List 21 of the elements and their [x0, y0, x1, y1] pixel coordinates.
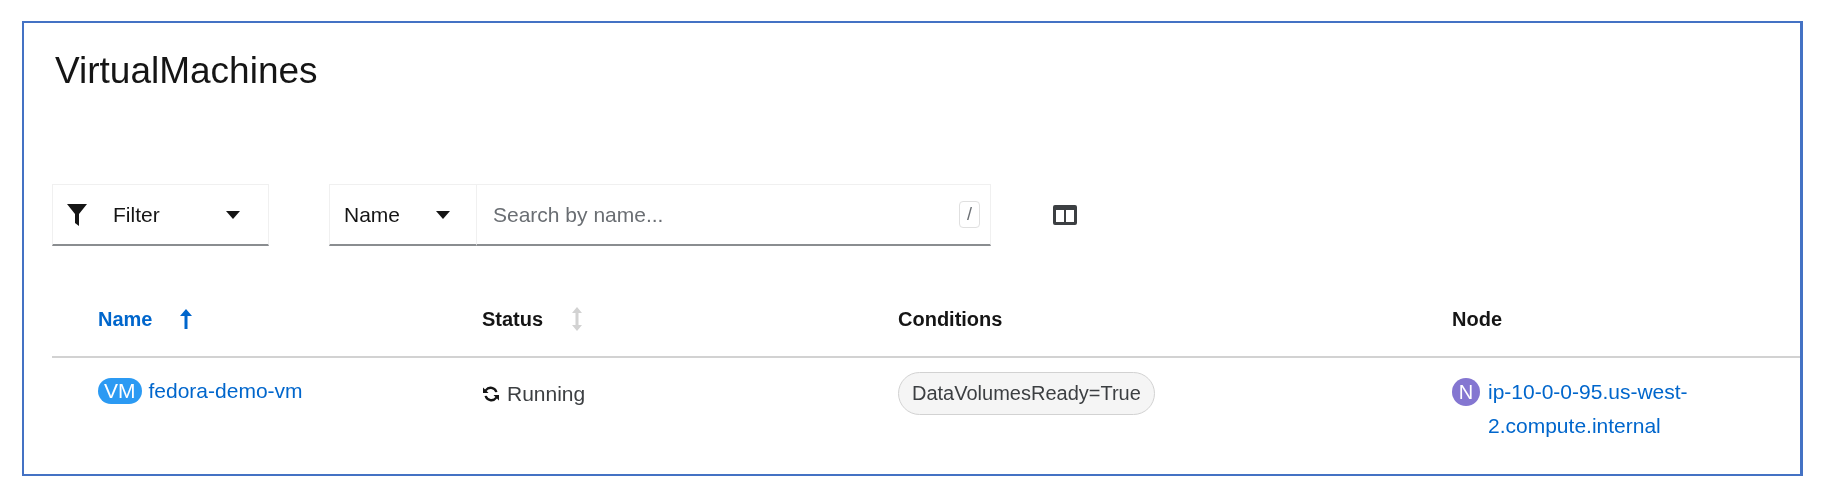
- column-header: Conditions: [898, 307, 1003, 331]
- shortcut-key: /: [959, 201, 980, 228]
- sync-icon: [482, 385, 500, 403]
- status-text: Running: [507, 382, 586, 406]
- search-field[interactable]: Search by name... /: [477, 184, 991, 246]
- filter-dropdown[interactable]: Filter: [52, 184, 269, 246]
- resource-badge: N: [1452, 378, 1480, 406]
- columns-icon[interactable]: [1053, 205, 1077, 225]
- condition-label: DataVolumesReady=True: [898, 372, 1155, 415]
- resource-badge: VM: [98, 378, 142, 405]
- column-header[interactable]: Status: [482, 307, 544, 331]
- caret-icon: [436, 210, 450, 219]
- column-header: Node: [1452, 307, 1502, 331]
- attribute-dropdown[interactable]: Name: [329, 184, 477, 246]
- node-link[interactable]: ip-10-0-0-95.us-west-2.compute.internal: [1488, 375, 1758, 443]
- column-header[interactable]: Name: [98, 307, 153, 331]
- vm-link[interactable]: fedora-demo-vm: [148, 379, 303, 403]
- sort-up-icon[interactable]: [180, 309, 193, 329]
- filter-icon: [67, 203, 87, 226]
- caret-icon: [226, 210, 240, 219]
- page-title: VirtualMachines: [55, 49, 319, 93]
